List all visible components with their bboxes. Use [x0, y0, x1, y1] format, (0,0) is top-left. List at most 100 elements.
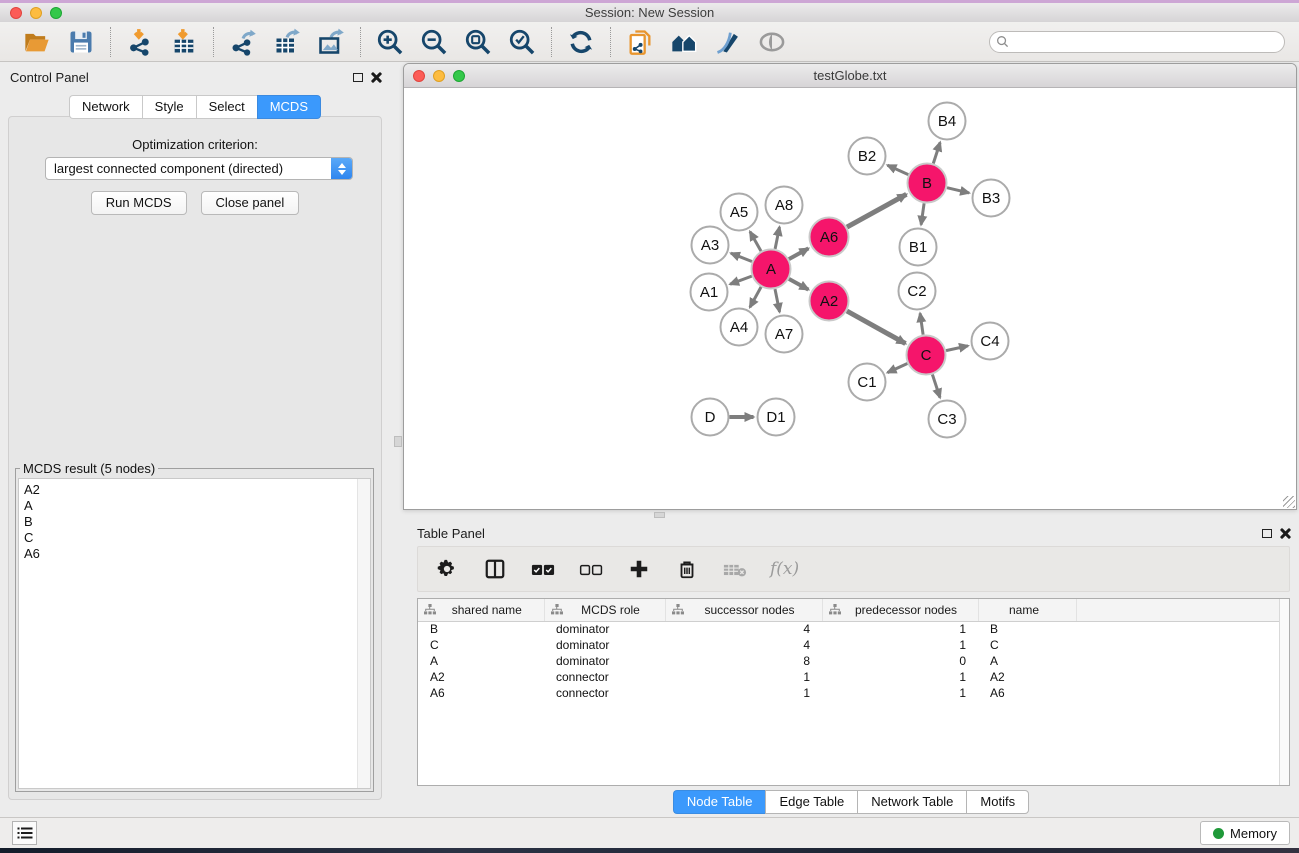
graph-node-a6[interactable]: A6 [810, 218, 849, 257]
zoom-out-icon[interactable] [417, 26, 451, 58]
graph-node-a5[interactable]: A5 [721, 194, 758, 231]
tab-select[interactable]: Select [196, 95, 257, 119]
deselect-all-icon[interactable] [578, 556, 604, 582]
graph-node-a3[interactable]: A3 [692, 227, 729, 264]
graph-node-a8[interactable]: A8 [766, 187, 803, 224]
graph-edge-A-A2[interactable] [789, 279, 809, 290]
network-close-button[interactable] [413, 70, 425, 82]
table-row-c[interactable]: Cdominator41C [418, 637, 1289, 653]
table-row-a6[interactable]: A6connector11A6 [418, 685, 1289, 701]
export-image-icon[interactable] [314, 26, 348, 58]
graph-node-c3[interactable]: C3 [929, 401, 966, 438]
result-item-c[interactable]: C [24, 530, 370, 546]
network-maximize-button[interactable] [453, 70, 465, 82]
tab-style[interactable]: Style [142, 95, 196, 119]
graph-node-c4[interactable]: C4 [972, 323, 1009, 360]
graph-edge-B-B3[interactable] [947, 188, 969, 193]
clone-network-icon[interactable] [623, 26, 657, 58]
zoom-selected-icon[interactable] [505, 26, 539, 58]
zoom-fit-icon[interactable] [461, 26, 495, 58]
stylus-hide-icon[interactable] [711, 26, 745, 58]
tab-node-table[interactable]: Node Table [673, 790, 766, 814]
result-item-b[interactable]: B [24, 514, 370, 530]
select-all-icon[interactable] [530, 556, 556, 582]
add-column-icon[interactable] [626, 556, 652, 582]
graph-edge-C-C3[interactable] [932, 375, 940, 398]
export-network-icon[interactable] [226, 26, 260, 58]
network-canvas[interactable]: B4B2BB3B1A5A8A6A3AA1A2C2A4A7C4CC1C3DD1 [404, 88, 1296, 509]
graph-node-a[interactable]: A [752, 250, 791, 289]
graph-node-d[interactable]: D [692, 399, 729, 436]
table-row-a[interactable]: Adominator80A [418, 653, 1289, 669]
tab-mcds[interactable]: MCDS [257, 95, 321, 119]
float-panel-icon[interactable] [353, 73, 363, 82]
gear-icon[interactable] [434, 556, 460, 582]
column-header-name[interactable]: name [978, 599, 1076, 621]
graph-edge-A-A8[interactable] [775, 227, 779, 249]
column-header-shared-name[interactable]: shared name [418, 599, 544, 621]
home-icon[interactable] [667, 26, 701, 58]
graph-edge-C-C4[interactable] [946, 346, 968, 351]
graph-edge-B-B1[interactable] [921, 203, 924, 224]
minimize-window-button[interactable] [30, 7, 42, 19]
graph-node-a4[interactable]: A4 [721, 309, 758, 346]
graph-edge-B-B4[interactable] [933, 142, 940, 163]
show-columns-icon[interactable] [482, 556, 508, 582]
close-panel-icon[interactable] [371, 72, 382, 83]
graph-node-b[interactable]: B [908, 164, 947, 203]
table-scrollbar[interactable] [1279, 599, 1289, 785]
graph-node-a2[interactable]: A2 [810, 282, 849, 321]
tab-network[interactable]: Network [69, 95, 142, 119]
window-resize-grip[interactable] [1283, 496, 1295, 508]
result-item-a6[interactable]: A6 [24, 546, 370, 562]
delete-column-icon[interactable] [674, 556, 700, 582]
horizontal-split-handle[interactable] [654, 512, 665, 518]
column-header-MCDS-role[interactable]: MCDS role [544, 599, 665, 621]
graph-edge-A-A1[interactable] [730, 276, 752, 284]
graph-edge-A-A4[interactable] [750, 287, 761, 307]
graph-edge-A-A5[interactable] [750, 232, 761, 252]
tab-network-table[interactable]: Network Table [857, 790, 966, 814]
network-minimize-button[interactable] [433, 70, 445, 82]
close-table-panel-icon[interactable] [1280, 528, 1291, 539]
import-table-icon[interactable] [167, 26, 201, 58]
export-table-icon[interactable] [270, 26, 304, 58]
column-header-predecessor-nodes[interactable]: predecessor nodes [822, 599, 978, 621]
graph-edge-A6-B[interactable] [847, 194, 906, 227]
graph-edge-A-A3[interactable] [731, 253, 752, 261]
eye-hidden-icon[interactable] [755, 26, 789, 58]
graph-node-d1[interactable]: D1 [758, 399, 795, 436]
run-mcds-button[interactable]: Run MCDS [91, 191, 187, 215]
graph-node-c1[interactable]: C1 [849, 364, 886, 401]
maximize-window-button[interactable] [50, 7, 62, 19]
graph-node-b1[interactable]: B1 [900, 229, 937, 266]
graph-node-c[interactable]: C [907, 336, 946, 375]
close-window-button[interactable] [10, 7, 22, 19]
graph-node-b4[interactable]: B4 [929, 103, 966, 140]
graph-edge-A-A7[interactable] [775, 289, 780, 312]
column-header-successor-nodes[interactable]: successor nodes [665, 599, 822, 621]
close-panel-button[interactable]: Close panel [201, 191, 300, 215]
zoom-in-icon[interactable] [373, 26, 407, 58]
graph-edge-B-B2[interactable] [888, 165, 909, 174]
import-network-icon[interactable] [123, 26, 157, 58]
graph-node-a7[interactable]: A7 [766, 316, 803, 353]
graph-edge-A-A6[interactable] [789, 248, 809, 259]
graph-edge-C-C1[interactable] [888, 364, 908, 373]
table-row-a2[interactable]: A2connector11A2 [418, 669, 1289, 685]
graph-node-c2[interactable]: C2 [899, 273, 936, 310]
graph-node-a1[interactable]: A1 [691, 274, 728, 311]
result-item-a[interactable]: A [24, 498, 370, 514]
save-session-icon[interactable] [64, 26, 98, 58]
graph-node-b3[interactable]: B3 [973, 180, 1010, 217]
tab-edge-table[interactable]: Edge Table [765, 790, 857, 814]
memory-button[interactable]: Memory [1200, 821, 1290, 845]
graph-edge-C-C2[interactable] [920, 313, 923, 334]
criterion-dropdown[interactable]: largest connected component (directed) [45, 157, 353, 180]
network-window-titlebar[interactable]: testGlobe.txt [404, 64, 1296, 88]
refresh-layout-icon[interactable] [564, 26, 598, 58]
tab-motifs[interactable]: Motifs [966, 790, 1029, 814]
open-file-icon[interactable] [20, 26, 54, 58]
vertical-split-handle[interactable] [394, 436, 402, 447]
task-history-button[interactable] [12, 821, 37, 845]
